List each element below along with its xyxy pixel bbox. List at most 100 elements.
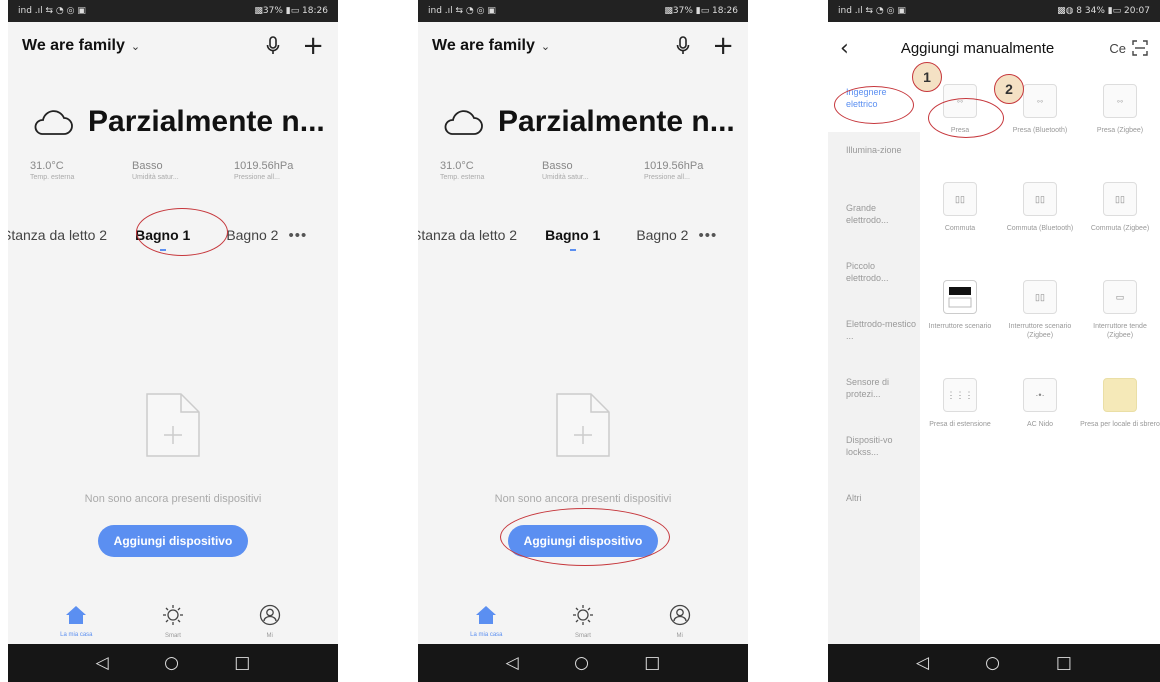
search-shortcut[interactable]: Ce — [1109, 41, 1126, 56]
room-tab-label: Bagno 1 — [545, 227, 601, 243]
system-nav-bar: ◁ ○ □ — [8, 644, 338, 682]
room-tab-label: Bagno 1 — [135, 227, 191, 243]
category-item[interactable]: Altri — [828, 480, 920, 538]
room-tab-stanza[interactable]: Stanza da letto 2 — [418, 227, 517, 243]
device-name: AC Nido — [1026, 421, 1054, 428]
tab-label: Smart — [164, 632, 181, 639]
add-icon[interactable]: + — [712, 33, 734, 59]
device-tile[interactable]: ▭ Interruttore tende (Zigbee) — [1080, 280, 1160, 364]
switch-icon: ▯▯ — [1103, 182, 1137, 216]
tab-label: Mi — [676, 632, 683, 639]
stat-temperature: 31.0°C Temp. esterna — [440, 160, 520, 181]
device-grid: ◦◦ Presa ◦◦ Presa (Bluetooth) ◦◦ Presa (… — [920, 84, 1160, 462]
room-tab-stanza[interactable]: Stanza da letto 2 — [8, 227, 107, 243]
home-name[interactable]: We are family — [22, 37, 125, 55]
recents-nav-icon[interactable]: □ — [644, 654, 660, 672]
device-tile[interactable]: ⋮⋮⋮ Presa di estensione — [920, 378, 1000, 462]
status-bar: ind .ıl ⇆ ◔ ◎ ▣ ▩◍ 8 34% ▮▭ 20:07 — [828, 0, 1160, 22]
room-tab-bagno2[interactable]: Bagno 2 — [636, 227, 688, 243]
socket-icon: ◦◦ — [1023, 84, 1057, 118]
room-tab-bagno1[interactable]: Bagno 1 — [545, 227, 601, 251]
socket-icon: ◦◦ — [943, 84, 977, 118]
status-bar: ind .ıl ⇆ ◔ ◎ ▣ ▩37% ▮▭ 18:26 — [418, 0, 748, 22]
stat-temperature: 31.0°C Temp. esterna — [30, 160, 110, 181]
stat-value: 31.0°C — [30, 160, 64, 172]
tab-smart[interactable]: Smart — [143, 604, 203, 639]
home-nav-icon[interactable]: ○ — [574, 654, 589, 672]
add-icon[interactable]: + — [302, 33, 324, 59]
back-nav-icon[interactable]: ◁ — [916, 654, 929, 672]
recents-nav-icon[interactable]: □ — [1056, 654, 1072, 672]
header: We are family ⌄ + — [418, 22, 748, 70]
scan-icon[interactable] — [1132, 40, 1148, 56]
tab-me[interactable]: Mi — [650, 604, 710, 639]
tab-home[interactable]: La mia casa — [46, 605, 106, 638]
tab-me[interactable]: Mi — [240, 604, 300, 639]
room-tab-bagno1[interactable]: Bagno 1 — [135, 227, 191, 251]
category-item[interactable]: Grande elettrodo... — [828, 190, 920, 248]
tab-label: La mia casa — [60, 631, 93, 638]
cloud-icon — [34, 110, 73, 135]
home-nav-icon[interactable]: ○ — [164, 654, 179, 672]
back-nav-icon[interactable]: ◁ — [96, 654, 109, 672]
device-tile[interactable]: Presa per locale di sbrero — [1080, 378, 1160, 462]
category-item[interactable]: Illumina-zione — [828, 132, 920, 190]
bottom-tab-bar: La mia casa Smart Mi — [8, 598, 338, 644]
header: We are family ⌄ + — [8, 22, 338, 70]
device-tile[interactable]: ▯▯ Commuta — [920, 182, 1000, 266]
switch-icon: ▯▯ — [1023, 280, 1057, 314]
device-name: Commuta — [944, 225, 976, 232]
add-device-button[interactable]: Aggiungi dispositivo — [507, 525, 659, 557]
stat-humidity: Basso Umidità satur... — [132, 160, 212, 181]
recents-nav-icon[interactable]: □ — [234, 654, 250, 672]
device-tile[interactable]: ◦◦ Presa (Zigbee) — [1080, 84, 1160, 168]
empty-document-icon — [146, 393, 200, 457]
category-item[interactable]: Sensore di protezi... — [828, 364, 920, 422]
tab-smart[interactable]: Smart — [553, 604, 613, 639]
home-nav-icon[interactable]: ○ — [985, 654, 1000, 672]
chevron-down-icon[interactable]: ⌄ — [541, 40, 550, 53]
active-indicator — [159, 249, 166, 251]
device-tile[interactable]: ·•· AC Nido — [1000, 378, 1080, 462]
category-item[interactable]: Piccolo elettrodo... — [828, 248, 920, 306]
add-device-button[interactable]: Aggiungi dispositivo — [97, 525, 249, 557]
header-actions: Ce — [1109, 40, 1148, 56]
more-icon[interactable]: ••• — [698, 227, 717, 244]
device-tile[interactable]: Interruttore scenario — [920, 280, 1000, 364]
chevron-down-icon[interactable]: ⌄ — [131, 40, 140, 53]
home-screen-before: ind .ıl ⇆ ◔ ◎ ▣ ▩37% ▮▭ 18:26 We are fam… — [8, 0, 338, 682]
microphone-icon[interactable] — [266, 36, 280, 56]
status-right: ▩37% ▮▭ 18:26 — [664, 6, 738, 16]
room-tab-bagno2[interactable]: Bagno 2 — [226, 227, 278, 243]
device-tile[interactable]: ◦◦ Presa — [920, 84, 1000, 168]
more-icon[interactable]: ••• — [288, 227, 307, 244]
empty-document-icon — [556, 393, 610, 457]
tab-home[interactable]: La mia casa — [456, 605, 516, 638]
device-name: Commuta (Bluetooth) — [1006, 225, 1074, 232]
device-name: Interruttore scenario (Zigbee) — [1008, 323, 1072, 339]
category-item[interactable]: Dispositi-vo lockss... — [828, 422, 920, 480]
home-name[interactable]: We are family — [432, 37, 535, 55]
device-tile[interactable]: ▯▯ Commuta (Zigbee) — [1080, 182, 1160, 266]
stat-humidity: Basso Umidità satur... — [542, 160, 622, 181]
device-tile[interactable]: ▯▯ Commuta (Bluetooth) — [1000, 182, 1080, 266]
room-tabs: Stanza da letto 2 Bagno 1 Bagno 2 ••• — [418, 215, 748, 255]
stat-pressure: 1019.56hPa Pressione all... — [234, 160, 314, 181]
tab-label: Mi — [266, 632, 273, 639]
stat-label: Temp. esterna — [30, 174, 75, 181]
device-name: Presa di estensione — [929, 421, 991, 428]
stat-label: Umidità satur... — [542, 174, 589, 181]
back-nav-icon[interactable]: ◁ — [506, 654, 519, 672]
category-item[interactable]: Ingegnere elettrico — [828, 74, 920, 132]
category-item[interactable]: Elettrodo-mestico ... — [828, 306, 920, 364]
back-icon[interactable]: ‹ — [840, 36, 849, 61]
weather-condition: Parzialmente n... — [498, 105, 735, 138]
weather-summary: Parzialmente n... — [32, 105, 325, 139]
weather-stats: 31.0°C Temp. esterna Basso Umidità satur… — [440, 160, 724, 181]
device-tile[interactable]: ▯▯ Interruttore scenario (Zigbee) — [1000, 280, 1080, 364]
weather-condition: Parzialmente n... — [88, 105, 325, 138]
step-badge: 1 — [912, 62, 942, 92]
microphone-icon[interactable] — [676, 36, 690, 56]
category-sidebar: Ingegnere elettrico Illumina-zione Grand… — [828, 74, 920, 644]
stat-label: Pressione all... — [234, 174, 280, 181]
